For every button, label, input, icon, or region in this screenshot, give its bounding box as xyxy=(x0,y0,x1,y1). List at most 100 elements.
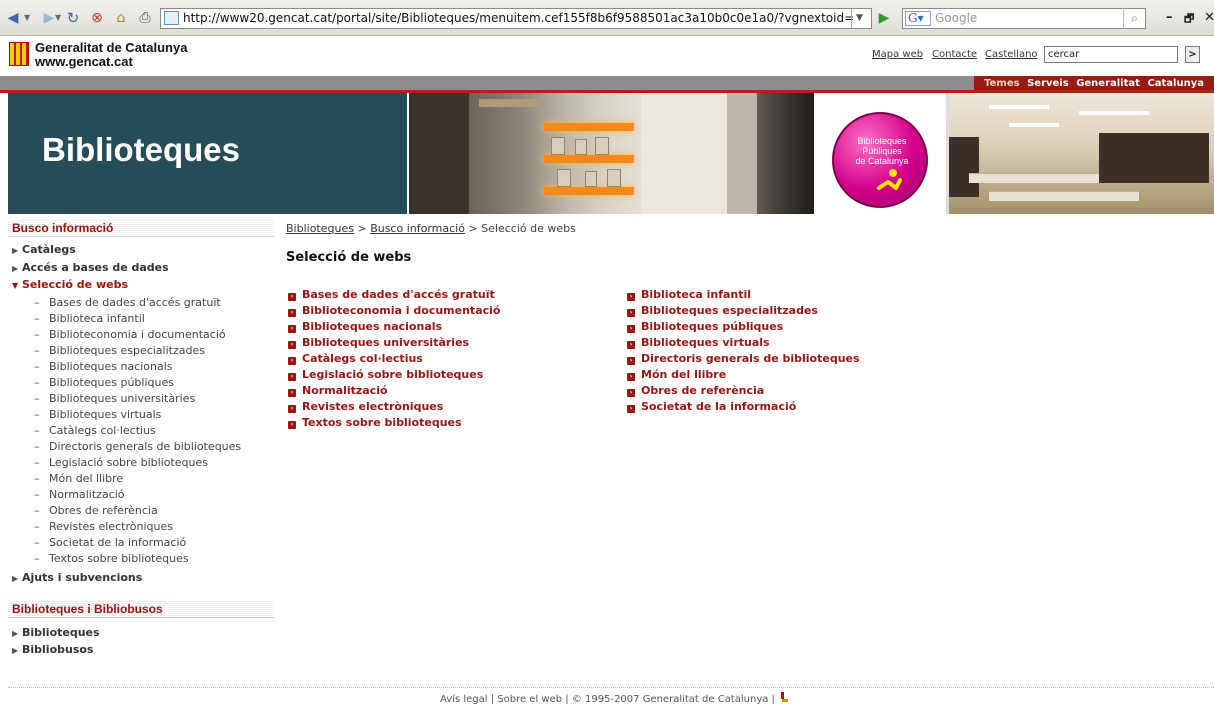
bullet-arrow-icon: › xyxy=(288,405,296,413)
web-link[interactable]: › Obres de referència xyxy=(627,384,764,398)
web-link[interactable]: › Societat de la informació xyxy=(627,400,796,414)
web-link[interactable]: › Directoris generals de biblioteques xyxy=(627,352,860,366)
back-arrow-icon[interactable]: ◀ xyxy=(4,9,22,27)
sidebar-item-seleccio-webs[interactable]: ▼ Selecció de webs xyxy=(12,278,128,293)
sidebar-item-acces-bases[interactable]: ▶ Accés a bases de dades xyxy=(12,261,169,276)
collapsed-arrow-icon: ▶ xyxy=(12,574,19,583)
page-favicon-icon xyxy=(164,11,179,25)
org-name[interactable]: Generalitat de Catalunya xyxy=(35,41,187,54)
expanded-arrow-icon: ▼ xyxy=(12,281,19,290)
bullet-arrow-icon: › xyxy=(288,389,296,397)
restore-icon[interactable]: 🗗 xyxy=(1184,10,1194,29)
web-link[interactable]: › Món del llibre xyxy=(627,368,726,382)
sidebar-subitem[interactable]: – Obres de referència xyxy=(34,504,158,518)
reload-icon[interactable]: ↻ xyxy=(64,9,82,27)
web-link[interactable]: › Legislació sobre biblioteques xyxy=(288,368,483,382)
web-link[interactable]: › Catàlegs col·lectius xyxy=(288,352,423,366)
web-link[interactable]: › Biblioteca infantil xyxy=(627,288,751,302)
sidebar-item-label: Ajuts i subvencions xyxy=(22,571,143,584)
topnav-generalitat[interactable]: Generalitat xyxy=(1076,78,1140,89)
web-link[interactable]: › Bases de dades d'accés gratuït xyxy=(288,288,495,302)
topnav-serveis[interactable]: Serveis xyxy=(1027,78,1069,89)
sidebar-item-biblioteques[interactable]: ▶ Biblioteques xyxy=(12,626,100,641)
minimize-icon[interactable]: – xyxy=(1166,10,1173,25)
topnav-catalunya[interactable]: Catalunya xyxy=(1147,78,1204,89)
section-title-busco[interactable]: Busco informació xyxy=(12,221,113,235)
breadcrumb-biblioteques[interactable]: Biblioteques xyxy=(286,222,354,235)
copyright-text: © 1995-2007 Generalitat de Catalunya xyxy=(571,694,769,705)
sidebar-subitem[interactable]: – Biblioteconomia i documentació xyxy=(34,328,226,342)
sidebar-subitem[interactable]: – Biblioteques nacionals xyxy=(34,360,173,374)
web-link[interactable]: › Biblioteques universitàries xyxy=(288,336,469,350)
biblioteques-publiques-logo[interactable]: Biblioteques Públiques de Catalunya xyxy=(832,112,928,208)
sidebar-item-bibliobusos[interactable]: ▶ Bibliobusos xyxy=(12,643,93,658)
url-history-dropdown-icon[interactable]: ▼ xyxy=(851,9,867,28)
web-link[interactable]: › Normalització xyxy=(288,384,388,398)
url-text: http://www20.gencat.cat/portal/site/Bibl… xyxy=(183,11,855,25)
sidebar-subitem[interactable]: – Textos sobre biblioteques xyxy=(34,552,189,566)
sidebar-subitem[interactable]: – Biblioteques especialitzades xyxy=(34,344,205,358)
home-icon[interactable]: ⌂ xyxy=(112,9,130,27)
web-link[interactable]: › Revistes electròniques xyxy=(288,400,443,414)
logo-line-1: Biblioteques xyxy=(857,136,907,146)
magnifier-icon[interactable]: ⌕ xyxy=(1123,8,1145,29)
sidebar-item-ajuts[interactable]: ▶ Ajuts i subvencions xyxy=(12,571,142,586)
web-link[interactable]: › Textos sobre biblioteques xyxy=(288,416,462,430)
generalitat-logo-icon[interactable] xyxy=(9,42,29,66)
library-interior-photo xyxy=(409,93,814,214)
sidebar-item-label: Biblioteques xyxy=(22,626,100,639)
org-url[interactable]: www.gencat.cat xyxy=(35,55,133,68)
google-engine-icon[interactable]: G▾ xyxy=(905,11,931,26)
breadcrumb-busco-informacio[interactable]: Busco informació xyxy=(370,222,465,235)
sidebar-item-label: Catàlegs xyxy=(22,243,76,256)
sobre-el-web-link[interactable]: Sobre el web xyxy=(497,694,562,705)
sidebar-subitem[interactable]: – Directoris generals de biblioteques xyxy=(34,440,241,454)
mapa-web-link[interactable]: Mapa web xyxy=(872,49,923,60)
contacte-link[interactable]: Contacte xyxy=(932,49,977,60)
web-link[interactable]: › Biblioteques especialitzades xyxy=(627,304,818,318)
print-icon[interactable]: ⎙ xyxy=(136,9,154,27)
sidebar-subitem[interactable]: – Món del llibre xyxy=(34,472,123,486)
site-search-button[interactable]: > xyxy=(1185,46,1200,63)
sidebar-subitem[interactable]: – Legislació sobre biblioteques xyxy=(34,456,208,470)
web-link[interactable]: › Biblioteques virtuals xyxy=(627,336,770,350)
bullet-arrow-icon: › xyxy=(288,421,296,429)
accessibility-icon[interactable] xyxy=(778,692,789,704)
reading-figure-icon xyxy=(877,169,902,190)
browser-search-box[interactable]: G▾ Google ⌕ xyxy=(902,8,1146,29)
bullet-arrow-icon: › xyxy=(627,389,635,397)
back-history-dropdown-icon[interactable]: ▼ xyxy=(24,9,30,27)
breadcrumb-separator: > xyxy=(468,222,478,235)
breadcrumb-current: Selecció de webs xyxy=(481,222,576,235)
go-arrow-icon[interactable]: ▶ xyxy=(874,8,894,29)
forward-history-dropdown-icon[interactable]: ▼ xyxy=(55,9,61,27)
section-title-biblioteques[interactable]: Biblioteques i Bibliobusos xyxy=(12,602,163,616)
web-link[interactable]: › Biblioteconomia i documentació xyxy=(288,304,500,318)
bullet-arrow-icon: › xyxy=(627,341,635,349)
sidebar-subitem[interactable]: – Biblioteques virtuals xyxy=(34,408,161,422)
sidebar-subitem[interactable]: – Catàlegs col·lectius xyxy=(34,424,156,438)
topnav-temes[interactable]: Temes xyxy=(984,78,1019,89)
sidebar-subitem[interactable]: – Revistes electròniques xyxy=(34,520,173,534)
sidebar-subitem[interactable]: – Normalització xyxy=(34,488,125,502)
sidebar-subitem[interactable]: – Biblioteques públiques xyxy=(34,376,174,390)
close-icon[interactable]: ✕ xyxy=(1204,10,1214,25)
url-bar[interactable]: http://www20.gencat.cat/portal/site/Bibl… xyxy=(160,8,872,29)
logo-line-3: de Catalunya xyxy=(855,156,909,166)
web-link[interactable]: › Biblioteques públiques xyxy=(627,320,783,334)
page-title: Selecció de webs xyxy=(286,250,412,265)
bullet-arrow-icon: › xyxy=(627,373,635,381)
castellano-link[interactable]: Castellano xyxy=(985,49,1038,60)
bullet-arrow-icon: › xyxy=(288,325,296,333)
sidebar-subitem[interactable]: – Biblioteques universitàries xyxy=(34,392,195,406)
sidebar-subitem[interactable]: – Bases de dades d'accés gratuït xyxy=(34,296,221,310)
avis-legal-link[interactable]: Avís legal xyxy=(440,694,488,705)
web-link[interactable]: › Biblioteques nacionals xyxy=(288,320,442,334)
sidebar-subitem[interactable]: – Biblioteca infantil xyxy=(34,312,145,326)
bullet-arrow-icon: › xyxy=(627,309,635,317)
site-search-input[interactable]: cercar xyxy=(1044,46,1178,63)
banner-title-block: Biblioteques xyxy=(8,93,407,214)
sidebar-subitem[interactable]: – Societat de la informació xyxy=(34,536,186,550)
stop-icon[interactable]: ⊗ xyxy=(88,9,106,27)
sidebar-item-catalegs[interactable]: ▶ Catàlegs xyxy=(12,243,76,258)
